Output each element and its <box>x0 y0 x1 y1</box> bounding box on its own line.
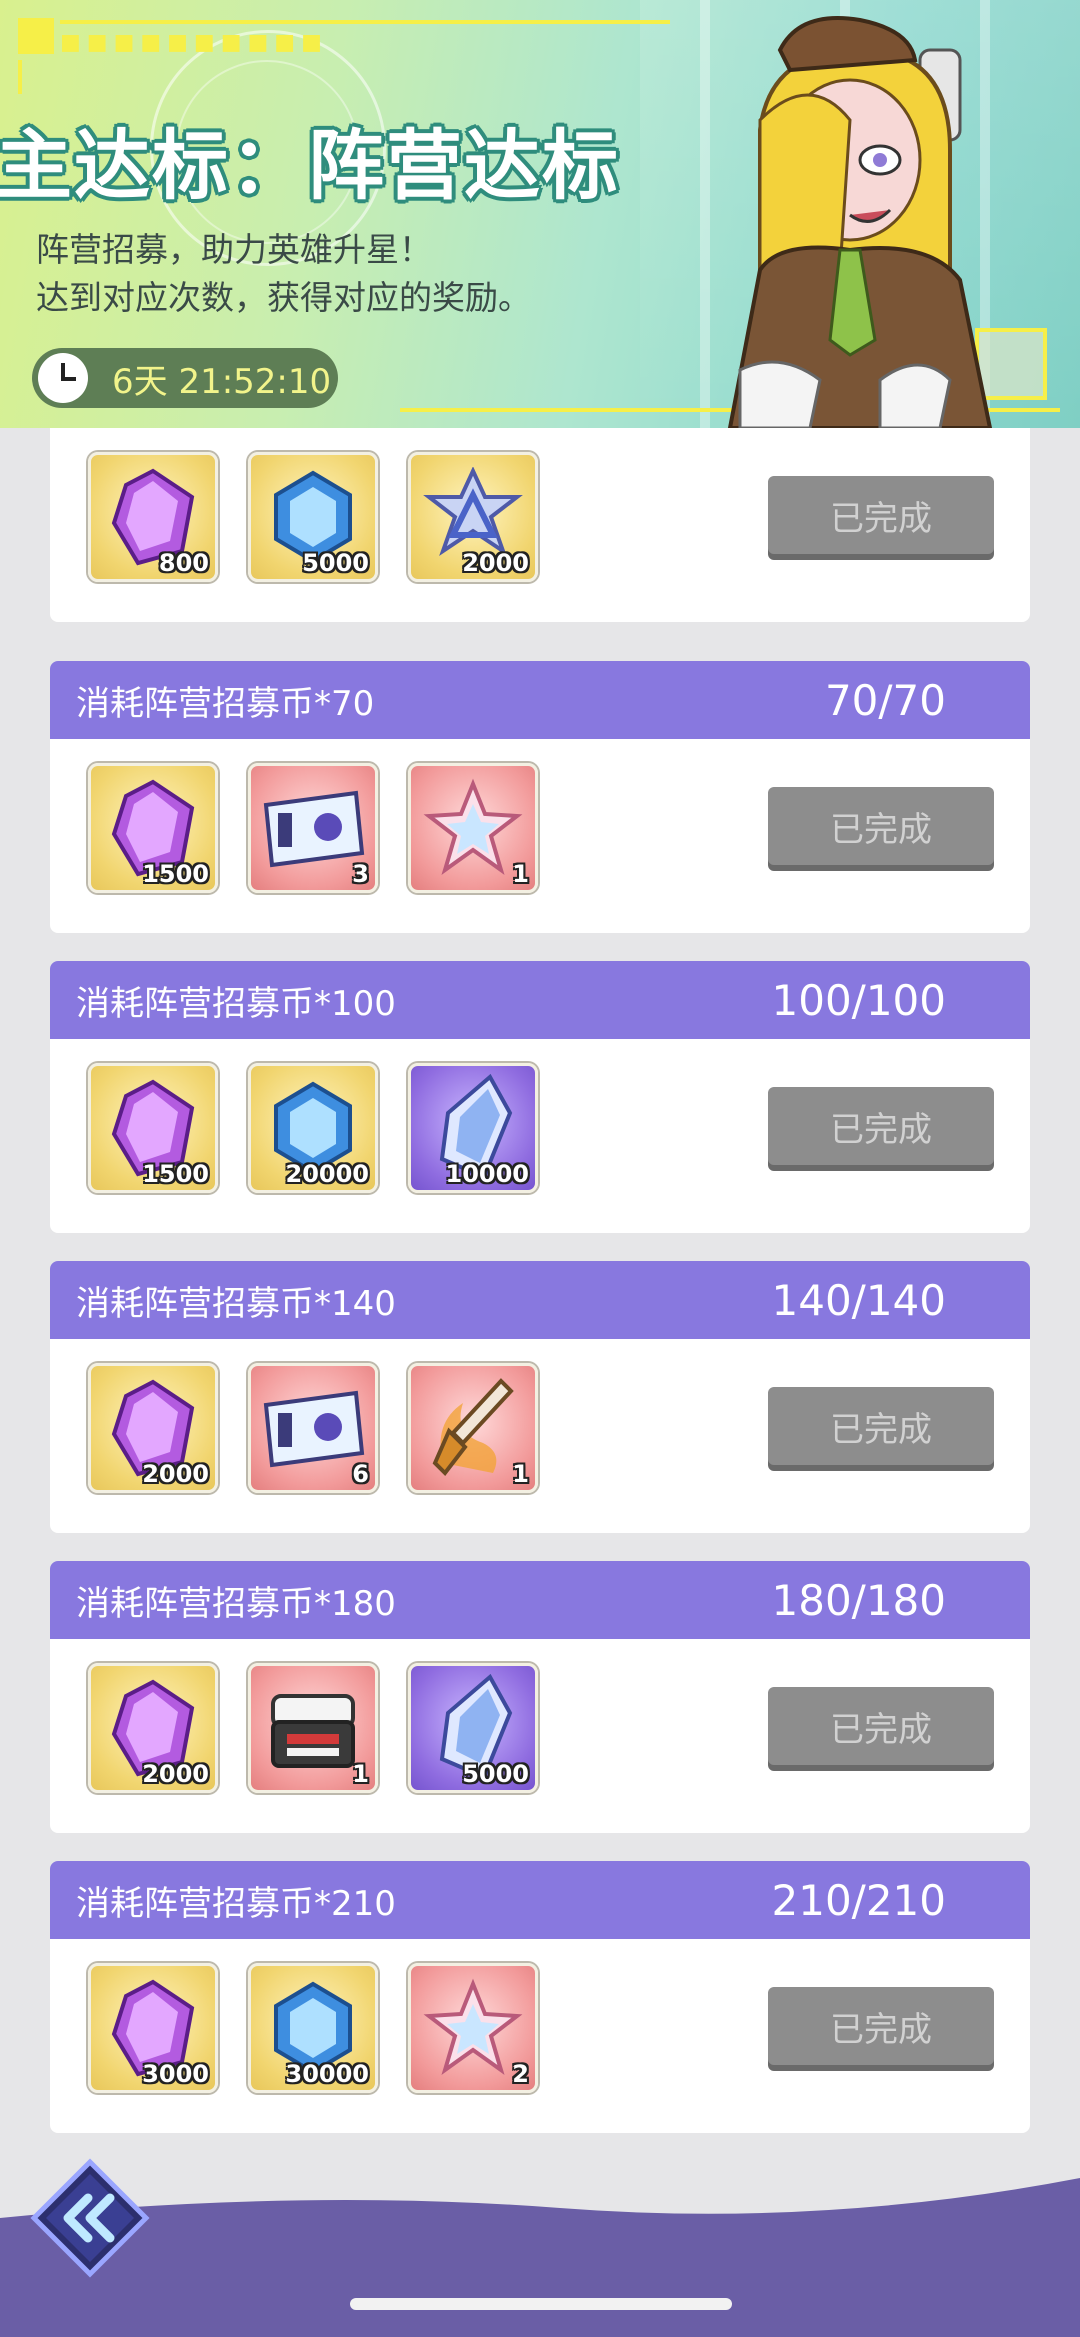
tier-title: 消耗阵营招募币*70 <box>76 683 375 724</box>
tier-header: 消耗阵营招募币*140 140/140 <box>50 1261 1030 1339</box>
reward-item[interactable]: 6 <box>248 1363 378 1493</box>
reward-count: 1 <box>352 1760 369 1788</box>
reward-item[interactable]: 2000 <box>408 452 538 582</box>
decor-square <box>18 18 54 54</box>
reward-count: 3 <box>352 860 369 888</box>
tier-body: 1500 3 1 已完成 <box>50 739 1030 933</box>
reward-count: 5000 <box>302 549 369 577</box>
tier-card-3: 消耗阵营招募币*140 140/140 2000 6 1 已完成 <box>50 1261 1030 1533</box>
tier-header: 消耗阵营招募币*180 180/180 <box>50 1561 1030 1639</box>
reward-count: 1500 <box>142 1160 209 1188</box>
reward-item[interactable]: 3000 <box>88 1963 218 2093</box>
tier-header: 消耗阵营招募币*210 210/210 <box>50 1861 1030 1939</box>
description-line-2: 达到对应次数，获得对应的奖励。 <box>36 278 531 317</box>
tier-progress: 180/180 <box>771 1575 946 1625</box>
tier-progress: 70/70 <box>824 675 946 725</box>
completed-button[interactable]: 已完成 <box>768 1387 994 1465</box>
decor-line <box>60 20 670 24</box>
tier-title: 消耗阵营招募币*180 <box>76 1583 396 1624</box>
description-line-1: 阵营招募，助力英雄升星！ <box>36 230 432 269</box>
countdown-text: 6天 21:52:10 <box>112 361 332 402</box>
reward-count: 1500 <box>142 860 209 888</box>
tier-card-4: 消耗阵营招募币*180 180/180 2000 1 5000 已完成 <box>50 1561 1030 1833</box>
reward-count: 6 <box>352 1460 369 1488</box>
reward-count: 2000 <box>142 1760 209 1788</box>
pink-star-crystal-icon <box>423 1978 523 2075</box>
reward-count: 1 <box>512 1460 529 1488</box>
reward-count: 2000 <box>462 549 529 577</box>
reward-item[interactable]: 800 <box>88 452 218 582</box>
reward-item[interactable]: 10000 <box>408 1063 538 1193</box>
reward-count: 2 <box>512 2060 529 2088</box>
footer-wave <box>0 2178 1080 2337</box>
reward-count: 10000 <box>445 1160 530 1188</box>
home-indicator[interactable] <box>350 2298 732 2310</box>
event-banner: ■■■■■■■■■■ 主达标：阵营达标 阵营招募，助力英雄升星！ 达到对应次数，… <box>0 0 1080 428</box>
completed-button[interactable]: 已完成 <box>768 787 994 865</box>
tier-card-0: 800 5000 2000 已完成 <box>50 428 1030 622</box>
reward-item[interactable]: 3 <box>248 763 378 893</box>
reward-item[interactable]: 5000 <box>248 452 378 582</box>
tier-card-1: 消耗阵营招募币*70 70/70 1500 3 1 已完成 <box>50 661 1030 933</box>
reward-count: 30000 <box>285 2060 370 2088</box>
tier-body: 2000 1 5000 已完成 <box>50 1639 1030 1833</box>
tier-progress: 210/210 <box>771 1875 946 1925</box>
countdown-timer: 6天 21:52:10 <box>32 348 338 408</box>
tier-card-2: 消耗阵营招募币*100 100/100 1500 20000 10000 已完成 <box>50 961 1030 1233</box>
clock-icon <box>38 353 88 403</box>
tier-title: 消耗阵营招募币*140 <box>76 1283 396 1324</box>
reward-item[interactable]: 1500 <box>88 763 218 893</box>
completed-button[interactable]: 已完成 <box>768 1087 994 1165</box>
reward-count: 1 <box>512 860 529 888</box>
reward-count: 800 <box>158 549 209 577</box>
tier-body: 1500 20000 10000 已完成 <box>50 1039 1030 1233</box>
tier-progress: 100/100 <box>771 975 946 1025</box>
reward-count: 3000 <box>142 2060 209 2088</box>
back-button[interactable] <box>30 2158 150 2278</box>
completed-button[interactable]: 已完成 <box>768 476 994 554</box>
tier-header: 消耗阵营招募币*70 70/70 <box>50 661 1030 739</box>
reward-item[interactable]: 30000 <box>248 1963 378 2093</box>
reward-item[interactable]: 1 <box>408 763 538 893</box>
reward-count: 20000 <box>285 1160 370 1188</box>
decor-dashes: ■■■■■■■■■■ <box>60 30 328 55</box>
reward-item[interactable]: 2000 <box>88 1663 218 1793</box>
tier-body: 2000 6 1 已完成 <box>50 1339 1030 1533</box>
completed-button[interactable]: 已完成 <box>768 1987 994 2065</box>
character-portrait-icon <box>727 16 993 428</box>
reward-count: 2000 <box>142 1460 209 1488</box>
flaming-dagger-icon <box>432 1378 514 1477</box>
page-title: 主达标：阵营达标 <box>0 121 620 210</box>
reward-item[interactable]: 2 <box>408 1963 538 2093</box>
pink-star-crystal-icon <box>423 778 523 875</box>
tier-card-5: 消耗阵营招募币*210 210/210 3000 30000 2 已完成 <box>50 1861 1030 2133</box>
tier-title: 消耗阵营招募币*100 <box>76 983 396 1024</box>
tier-body: 800 5000 2000 已完成 <box>50 428 1030 622</box>
reward-item[interactable]: 1 <box>408 1363 538 1493</box>
reward-item[interactable]: 2000 <box>88 1363 218 1493</box>
decor-corner <box>18 60 22 94</box>
reward-item[interactable]: 5000 <box>408 1663 538 1793</box>
reward-item[interactable]: 1 <box>248 1663 378 1793</box>
reward-item[interactable]: 20000 <box>248 1063 378 1193</box>
reward-count: 5000 <box>462 1760 529 1788</box>
reward-item[interactable]: 1500 <box>88 1063 218 1193</box>
tier-header: 消耗阵营招募币*100 100/100 <box>50 961 1030 1039</box>
tier-list[interactable]: 800 5000 2000 已完成 消耗阵营招募币*70 70/70 1500 <box>0 428 1080 2178</box>
event-description: 阵营招募，助力英雄升星！ 达到对应次数，获得对应的奖励。 <box>36 226 531 322</box>
tier-progress: 140/140 <box>771 1275 946 1325</box>
supply-chest-icon <box>271 1694 355 1768</box>
completed-button[interactable]: 已完成 <box>768 1687 994 1765</box>
tier-title: 消耗阵营招募币*210 <box>76 1883 396 1924</box>
tier-body: 3000 30000 2 已完成 <box>50 1939 1030 2133</box>
